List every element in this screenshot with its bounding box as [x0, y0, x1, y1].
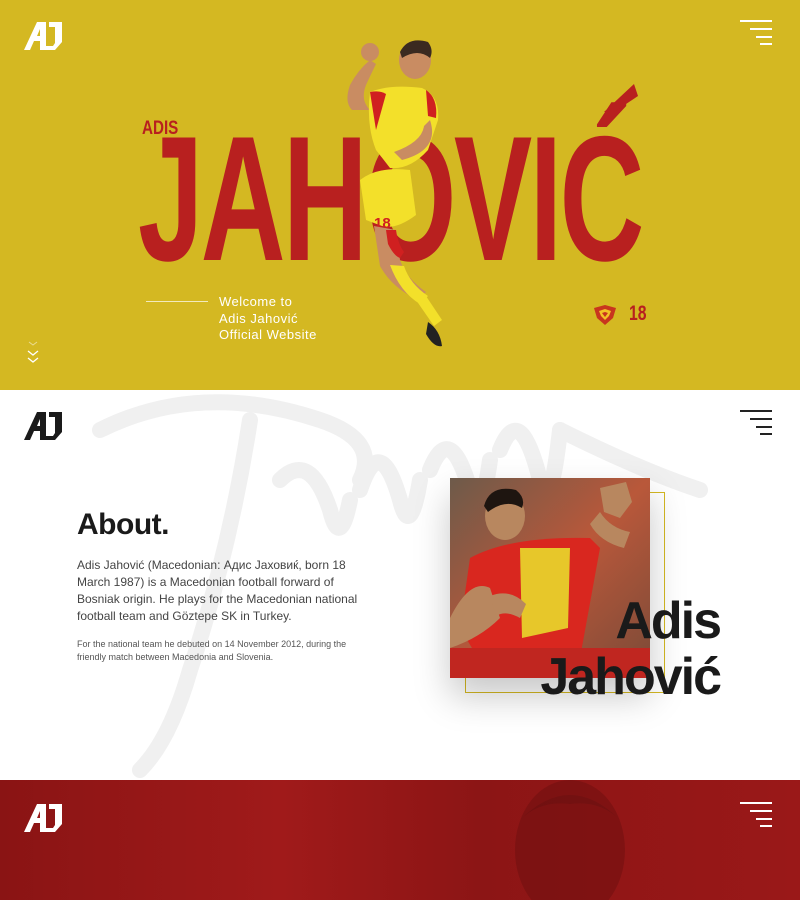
welcome-divider: [146, 301, 208, 302]
about-small-text: For the national team he debuted on 14 N…: [77, 639, 347, 662]
photo-name: Adis Jahović: [540, 592, 722, 706]
accent-mark-icon: [604, 84, 638, 112]
welcome-line-2: Adis Jahović: [219, 310, 298, 326]
logo-icon[interactable]: [24, 22, 64, 50]
menu-icon[interactable]: [740, 802, 772, 828]
background-portrait: [515, 780, 625, 900]
hero-section: JAHOVIĆ ADIS 18 Welcome to Adis Jahović …: [0, 0, 800, 390]
about-title: About.: [77, 508, 169, 541]
hero-first-name: ADIS: [142, 118, 179, 139]
welcome-text: Welcome to Adis Jahović Official Website: [219, 294, 379, 344]
scroll-down-icon[interactable]: [26, 340, 40, 366]
welcome-line-3: Official Website: [219, 327, 317, 342]
logo-icon[interactable]: [24, 804, 64, 832]
about-section: About. Adis Jahović (Macedonian: Адис Ја…: [0, 390, 800, 780]
club-badge-icon: [594, 305, 616, 325]
logo-icon[interactable]: [24, 412, 64, 440]
shirt-number: 18: [629, 302, 647, 325]
menu-icon[interactable]: [740, 20, 772, 46]
photo-name-last: Jahović: [540, 648, 722, 706]
bottom-section: [0, 780, 800, 900]
welcome-line-1: Welcome to: [219, 294, 293, 309]
photo-name-first: Adis: [615, 592, 722, 650]
about-paragraph: Adis Jahović (Macedonian: Адис Јаховиќ, …: [77, 558, 358, 623]
menu-icon[interactable]: [740, 410, 772, 436]
